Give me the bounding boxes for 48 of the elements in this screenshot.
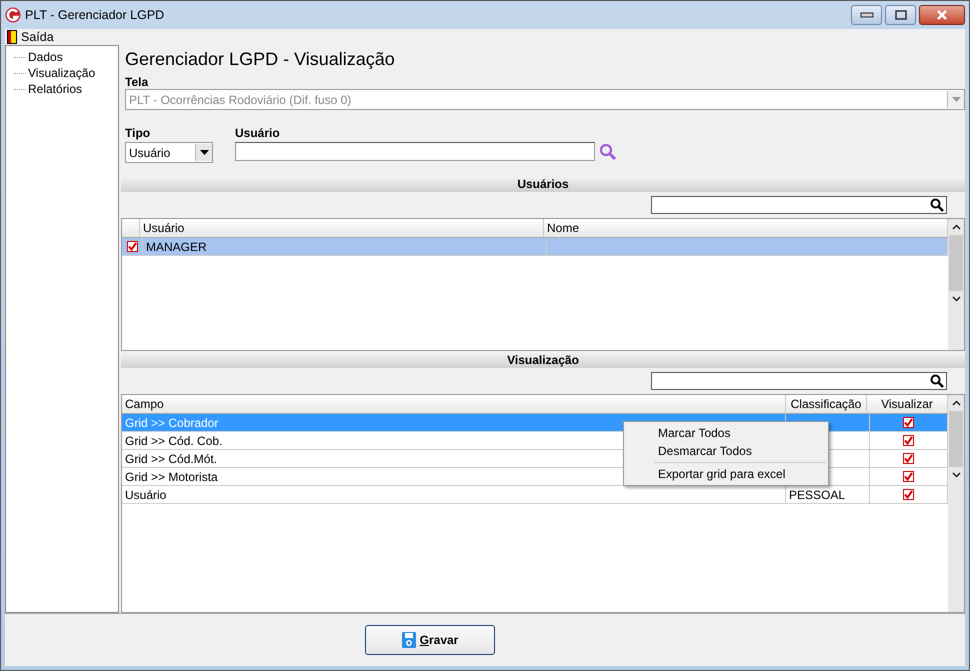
section-header: Visualização	[121, 351, 965, 368]
maximize-button[interactable]	[885, 5, 916, 25]
scroll-thumb[interactable]	[949, 411, 963, 467]
checkbox[interactable]	[903, 489, 914, 500]
close-button[interactable]	[919, 5, 965, 25]
scroll-down-icon[interactable]	[952, 472, 960, 478]
checkbox[interactable]	[903, 435, 914, 446]
maximize-icon	[894, 10, 906, 20]
minimize-icon	[860, 12, 874, 18]
field-label: Tela	[124, 75, 150, 89]
app-logo-icon	[5, 7, 21, 23]
user-input-field[interactable]	[235, 142, 595, 161]
section-header: Usuários	[121, 175, 965, 192]
caret-icon	[200, 150, 208, 155]
tree-item[interactable]: Dados	[28, 50, 63, 64]
tree-item[interactable]: Visualização	[28, 66, 96, 80]
checkbox[interactable]	[903, 453, 914, 464]
save-button[interactable]: Gravar	[365, 625, 495, 655]
tree-item[interactable]: Relatórios	[28, 82, 82, 96]
checkbox[interactable]	[903, 417, 914, 428]
field-label: Usuário	[235, 126, 281, 140]
table-cell: MANAGER	[143, 238, 547, 255]
window-title: PLT - Gerenciador LGPD	[25, 8, 164, 22]
scroll-up-icon[interactable]	[952, 224, 960, 230]
scroll-up-icon[interactable]	[952, 400, 960, 406]
door-icon	[7, 30, 17, 44]
column-header[interactable]: Campo	[122, 395, 786, 413]
checkbox[interactable]	[903, 471, 914, 482]
column-header[interactable]: Classificação	[786, 395, 867, 413]
search-field[interactable]	[651, 372, 947, 390]
scrollbar[interactable]	[948, 395, 964, 612]
close-icon	[936, 10, 948, 20]
menu-item[interactable]: Saída	[7, 30, 54, 44]
page-title: Gerenciador LGPD - Visualização	[124, 48, 396, 71]
search-icon[interactable]	[930, 374, 944, 388]
field-label: Tipo	[124, 126, 152, 140]
scroll-down-icon[interactable]	[952, 296, 960, 302]
checkbox[interactable]	[126, 241, 138, 252]
search-icon[interactable]	[930, 198, 944, 212]
search-field[interactable]	[651, 196, 947, 214]
caret-icon	[952, 97, 960, 102]
table-row[interactable]: MANAGER	[122, 238, 948, 256]
scroll-thumb[interactable]	[949, 235, 963, 291]
minimize-button[interactable]	[851, 5, 882, 25]
table-cell: PESSOAL	[789, 488, 846, 502]
scrollbar[interactable]	[948, 219, 964, 350]
column-header[interactable]: Usuário	[140, 219, 544, 237]
type-dropdown[interactable]: Usuário	[125, 142, 213, 163]
